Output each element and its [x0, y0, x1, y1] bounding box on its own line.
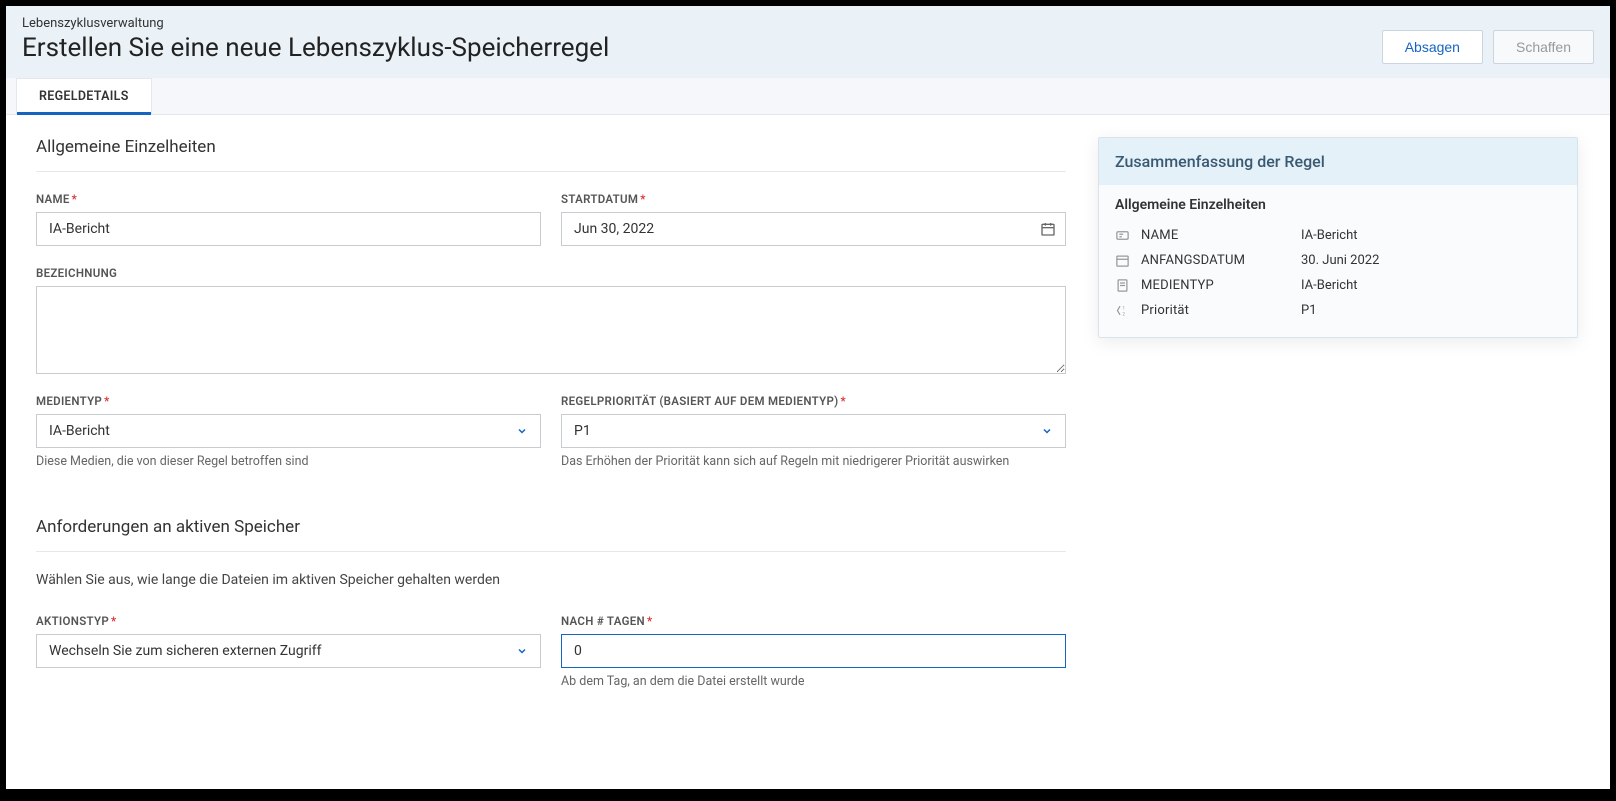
section-storage-title: Anforderungen an aktiven Speicher — [36, 517, 1066, 552]
summary-subtitle: Allgemeine Einzelheiten — [1115, 197, 1561, 213]
rule-summary-panel: Zusammenfassung der Regel Allgemeine Ein… — [1098, 137, 1578, 338]
actiontype-value: Wechseln Sie zum sicheren externen Zugri… — [49, 643, 322, 659]
summary-title: Zusammenfassung der Regel — [1099, 138, 1577, 185]
calendar-icon — [1115, 253, 1141, 268]
mediatype-label: MEDIENTYP* — [36, 394, 541, 408]
tab-bar: REGELDETAILS — [6, 78, 1610, 115]
startdate-input[interactable] — [561, 212, 1066, 246]
summary-row-priority: 12 Priorität P1 — [1115, 298, 1561, 323]
section-general-title: Allgemeine Einzelheiten — [36, 137, 1066, 172]
summary-row-name: NAME IA-Bericht — [1115, 223, 1561, 248]
breadcrumb: Lebenszyklusverwaltung — [22, 16, 609, 31]
storage-intro: Wählen Sie aus, wie lange die Dateien im… — [36, 572, 1066, 588]
create-button[interactable]: Schaffen — [1493, 30, 1594, 64]
chevron-down-icon — [1041, 425, 1053, 437]
days-label: NACH # TAGEN* — [561, 614, 1066, 628]
svg-text:1: 1 — [1123, 306, 1125, 311]
name-label: NAME* — [36, 192, 541, 206]
document-icon — [1115, 278, 1141, 293]
mediatype-helper: Diese Medien, die von dieser Regel betro… — [36, 454, 541, 469]
chevron-down-icon — [516, 645, 528, 657]
tag-icon — [1115, 228, 1141, 243]
priority-icon: 12 — [1115, 303, 1141, 318]
mediatype-select[interactable]: IA-Bericht — [36, 414, 541, 448]
chevron-down-icon — [516, 425, 528, 437]
summary-row-mediatype: MEDIENTYP IA-Bericht — [1115, 273, 1561, 298]
actiontype-select[interactable]: Wechseln Sie zum sicheren externen Zugri… — [36, 634, 541, 668]
summary-row-date: ANFANGSDATUM 30. Juni 2022 — [1115, 248, 1561, 273]
page-title: Erstellen Sie eine neue Lebenszyklus-Spe… — [22, 33, 609, 63]
svg-text:2: 2 — [1123, 313, 1126, 318]
priority-value: P1 — [574, 423, 591, 439]
mediatype-value: IA-Bericht — [49, 423, 110, 439]
cancel-button[interactable]: Absagen — [1382, 30, 1483, 64]
tab-rule-details[interactable]: REGELDETAILS — [16, 78, 152, 114]
description-label: BEZEICHNUNG — [36, 266, 1066, 280]
actiontype-label: AKTIONSTYP* — [36, 614, 541, 628]
days-helper: Ab dem Tag, an dem die Datei erstellt wu… — [561, 674, 1066, 689]
description-input[interactable] — [36, 286, 1066, 374]
name-input[interactable] — [36, 212, 541, 246]
page-header: Lebenszyklusverwaltung Erstellen Sie ein… — [6, 6, 1610, 78]
priority-select[interactable]: P1 — [561, 414, 1066, 448]
days-input[interactable] — [561, 634, 1066, 668]
priority-helper: Das Erhöhen der Priorität kann sich auf … — [561, 454, 1066, 469]
priority-label: REGELPRIORITÄT (BASIERT AUF DEM MEDIENTY… — [561, 394, 1066, 408]
startdate-label: STARTDATUM* — [561, 192, 1066, 206]
